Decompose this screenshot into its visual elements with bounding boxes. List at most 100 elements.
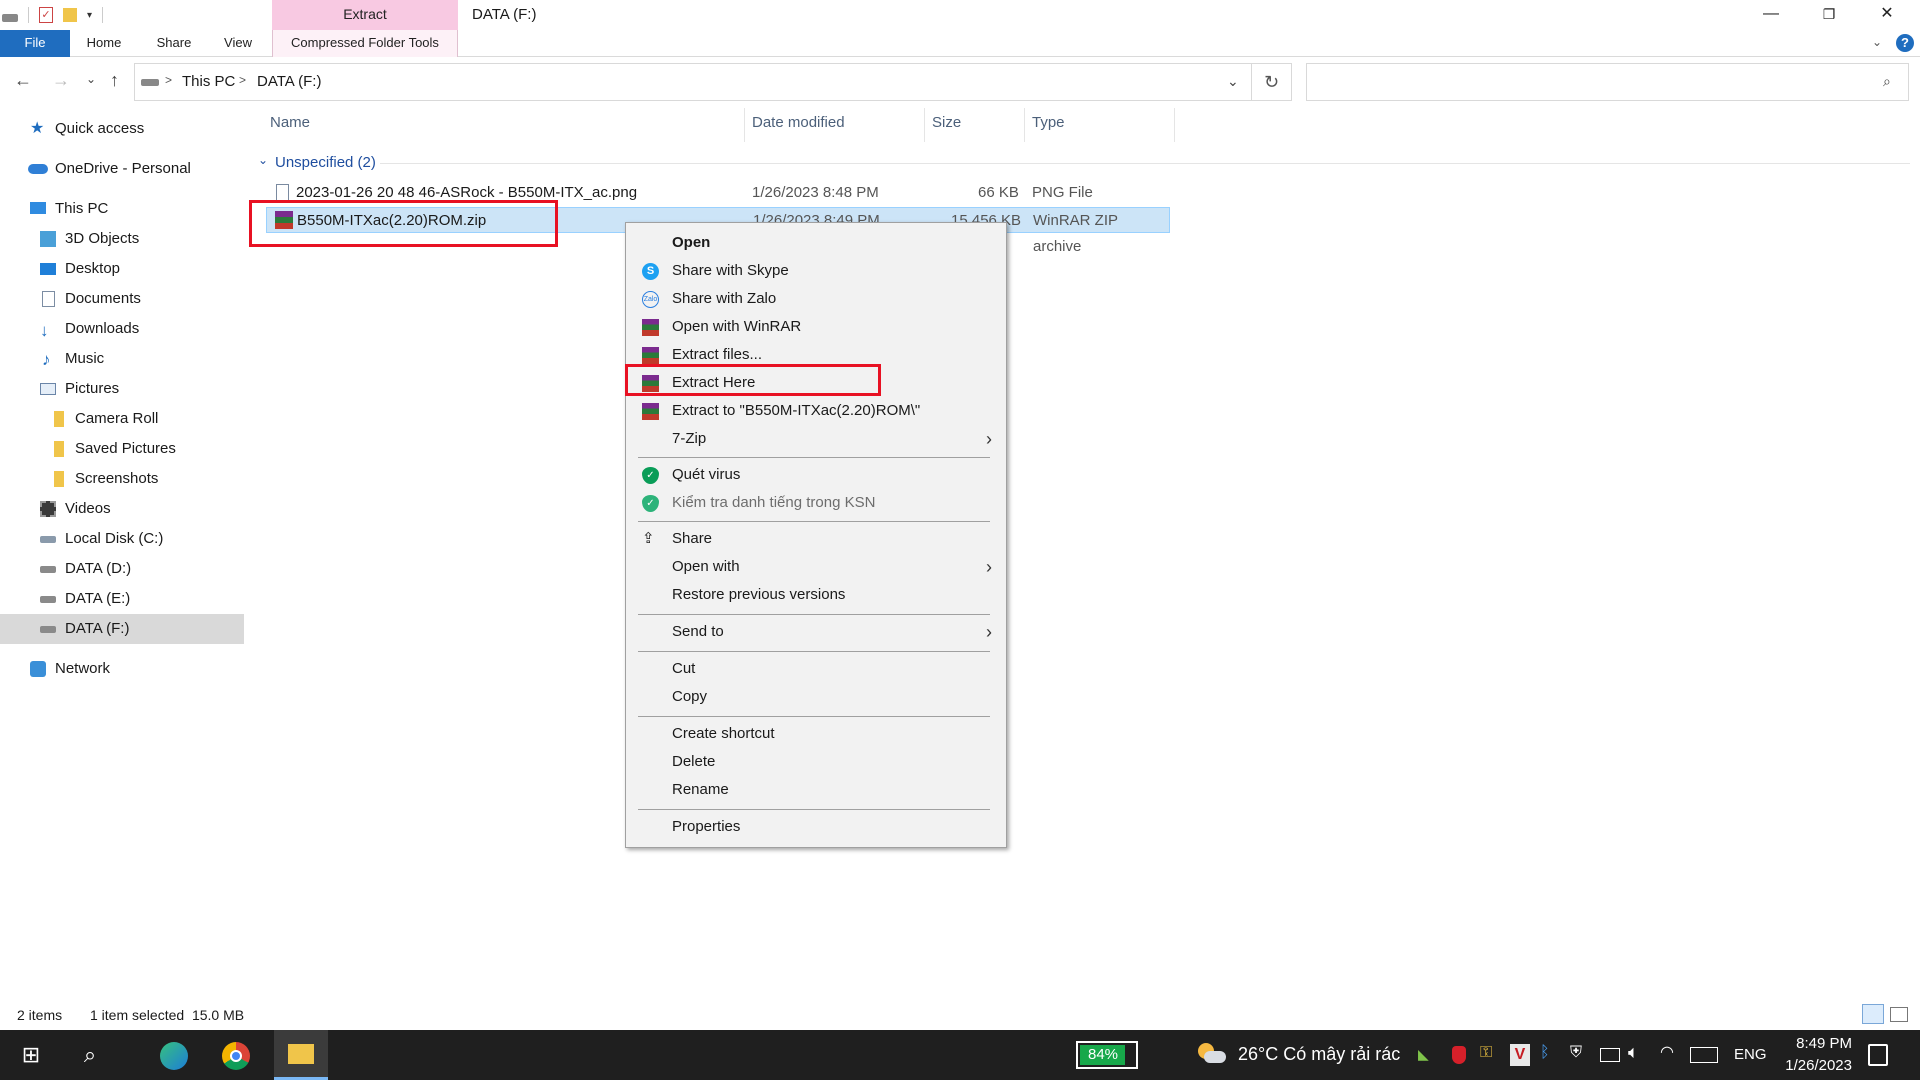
sidebar-item-saved-pictures[interactable]: Saved Pictures (0, 434, 244, 464)
vivaldi-icon[interactable]: V (1510, 1044, 1530, 1066)
help-icon[interactable]: ? (1896, 34, 1914, 52)
properties-icon[interactable] (28, 7, 29, 23)
menu-item-rename[interactable]: Rename (630, 776, 1002, 804)
menu-item-open-with[interactable]: Open with › (630, 553, 1002, 581)
breadcrumb-data-f[interactable]: DATA (F:) (257, 73, 321, 90)
nvidia-icon[interactable]: ◣ (1418, 1046, 1436, 1064)
search-input[interactable]: ⌕ (1306, 63, 1909, 101)
tab-file[interactable]: File (0, 30, 70, 57)
details-view-icon[interactable] (1862, 1004, 1884, 1024)
sidebar-item-data-e[interactable]: DATA (E:) (0, 584, 244, 614)
clock-time[interactable]: 8:49 PM (1780, 1035, 1852, 1055)
pictures-icon (40, 383, 56, 395)
file-explorer-icon[interactable] (274, 1030, 328, 1080)
column-header-name[interactable]: Name (270, 114, 310, 136)
menu-item-share-skype[interactable]: S Share with Skype (630, 257, 1002, 285)
refresh-icon[interactable]: ↻ (1252, 63, 1292, 101)
column-header-date[interactable]: Date modified (752, 114, 845, 136)
sidebar-item-local-disk-c[interactable]: Local Disk (C:) (0, 524, 244, 554)
sidebar-item-onedrive[interactable]: OneDrive - Personal (0, 154, 244, 184)
antivirus-icon[interactable] (1452, 1046, 1466, 1064)
chevron-down-icon[interactable]: ⌄ (258, 153, 268, 167)
folder-icon (54, 471, 64, 487)
sidebar-item-videos[interactable]: Videos (0, 494, 244, 524)
menu-item-extract-to[interactable]: Extract to "B550M-ITXac(2.20)ROM\" (630, 397, 1002, 425)
group-header[interactable]: Unspecified (2) (275, 154, 376, 171)
sidebar-item-quick-access[interactable]: ★ Quick access (0, 114, 244, 144)
crumb-separator[interactable]: > (165, 73, 172, 87)
column-header-type[interactable]: Type (1032, 114, 1065, 136)
notifications-icon[interactable] (1868, 1044, 1888, 1066)
tab-view[interactable]: View (212, 30, 264, 57)
menu-item-open[interactable]: Open (630, 229, 1002, 257)
weather-text[interactable]: 26°C Có mây rải rác (1238, 1044, 1400, 1066)
language-indicator[interactable]: ENG (1734, 1046, 1767, 1066)
tab-home[interactable]: Home (76, 30, 132, 57)
menu-item-delete[interactable]: Delete (630, 748, 1002, 776)
network-icon[interactable]: ◠ (1660, 1042, 1674, 1068)
sidebar-item-screenshots[interactable]: Screenshots (0, 464, 244, 494)
sidebar-item-data-d[interactable]: DATA (D:) (0, 554, 244, 584)
search-icon[interactable]: ⌕ (70, 1030, 110, 1080)
security-icon[interactable]: ⛨ (1570, 1044, 1582, 1066)
minimize-button[interactable]: — (1742, 0, 1800, 30)
edge-icon[interactable] (150, 1030, 200, 1080)
ribbon-expand-icon[interactable]: ⌄ (1872, 35, 1882, 49)
menu-item-copy[interactable]: Copy (630, 683, 1002, 711)
checkmark-icon[interactable]: ✓ (39, 7, 53, 23)
back-arrow-icon[interactable]: ← (14, 70, 32, 91)
menu-separator (638, 521, 990, 522)
menu-item-open-winrar[interactable]: Open with WinRAR (630, 313, 1002, 341)
battery-icon[interactable] (1600, 1048, 1620, 1062)
sidebar-item-camera-roll[interactable]: Camera Roll (0, 404, 244, 434)
weather-icon[interactable] (1198, 1043, 1228, 1067)
recent-locations-icon[interactable]: ⌄ (86, 72, 96, 86)
new-folder-icon[interactable] (63, 8, 77, 22)
address-dropdown-icon[interactable]: ⌄ (1227, 73, 1239, 90)
sidebar-item-music[interactable]: ♪ Music (0, 344, 244, 374)
address-bar[interactable]: > This PC > DATA (F:) ⌄ (134, 63, 1252, 101)
breadcrumb-this-pc[interactable]: This PC (182, 73, 235, 90)
menu-item-share-zalo[interactable]: Zalo Share with Zalo (630, 285, 1002, 313)
tab-compressed-folder-tools[interactable]: Compressed Folder Tools (272, 30, 458, 57)
sidebar-item-data-f[interactable]: DATA (F:) (0, 614, 244, 644)
windows-start-icon[interactable]: ⊞ (12, 1030, 50, 1080)
restore-button[interactable]: ❐ (1800, 0, 1858, 30)
column-header-size[interactable]: Size (932, 114, 961, 136)
chevron-down-icon[interactable]: ▾ (87, 10, 92, 21)
menu-item-7zip[interactable]: 7-Zip › (630, 425, 1002, 453)
sidebar-item-downloads[interactable]: ↓ Downloads (0, 314, 244, 344)
column-divider (1174, 108, 1175, 142)
sidebar-item-desktop[interactable]: Desktop (0, 254, 244, 284)
search-icon: ⌕ (1883, 73, 1891, 89)
folder-icon (54, 411, 64, 427)
sidebar-item-pictures[interactable]: Pictures (0, 374, 244, 404)
bluetooth-icon[interactable]: ᛒ (1540, 1044, 1550, 1066)
battery-indicator[interactable]: 84% (1076, 1041, 1138, 1069)
menu-item-send-to[interactable]: Send to › (630, 618, 1002, 646)
menu-item-restore-versions[interactable]: Restore previous versions (630, 581, 1002, 609)
clock-date[interactable]: 1/26/2023 (1776, 1057, 1852, 1077)
sidebar-item-documents[interactable]: Documents (0, 284, 244, 314)
tab-share[interactable]: Share (146, 30, 202, 57)
menu-item-scan-virus[interactable]: ✓ Quét virus (630, 461, 1002, 489)
sidebar-item-network[interactable]: Network (0, 654, 244, 684)
drive-icon[interactable] (2, 14, 18, 22)
menu-item-properties[interactable]: Properties (630, 813, 1002, 841)
wifi-tray-icon[interactable]: ⚿ (1480, 1044, 1492, 1066)
sidebar-item-3d-objects[interactable]: 3D Objects (0, 224, 244, 254)
keyboard-icon[interactable] (1690, 1047, 1718, 1063)
chrome-icon[interactable] (212, 1030, 262, 1080)
chevron-right-icon: › (986, 429, 992, 449)
forward-arrow-icon[interactable]: → (52, 70, 70, 91)
close-button[interactable]: ✕ (1858, 0, 1916, 30)
up-arrow-icon[interactable]: ↑ (110, 70, 119, 91)
menu-item-create-shortcut[interactable]: Create shortcut (630, 720, 1002, 748)
menu-item-ksn[interactable]: ✓ Kiểm tra danh tiếng trong KSN (630, 489, 1002, 517)
large-icons-view-icon[interactable] (1890, 1007, 1908, 1022)
sidebar-item-this-pc[interactable]: This PC (0, 194, 244, 224)
menu-item-cut[interactable]: Cut (630, 655, 1002, 683)
crumb-separator[interactable]: > (239, 73, 246, 87)
menu-item-share[interactable]: ⇪ Share (630, 525, 1002, 553)
volume-icon[interactable]: 🔈︎ (1628, 1042, 1639, 1068)
